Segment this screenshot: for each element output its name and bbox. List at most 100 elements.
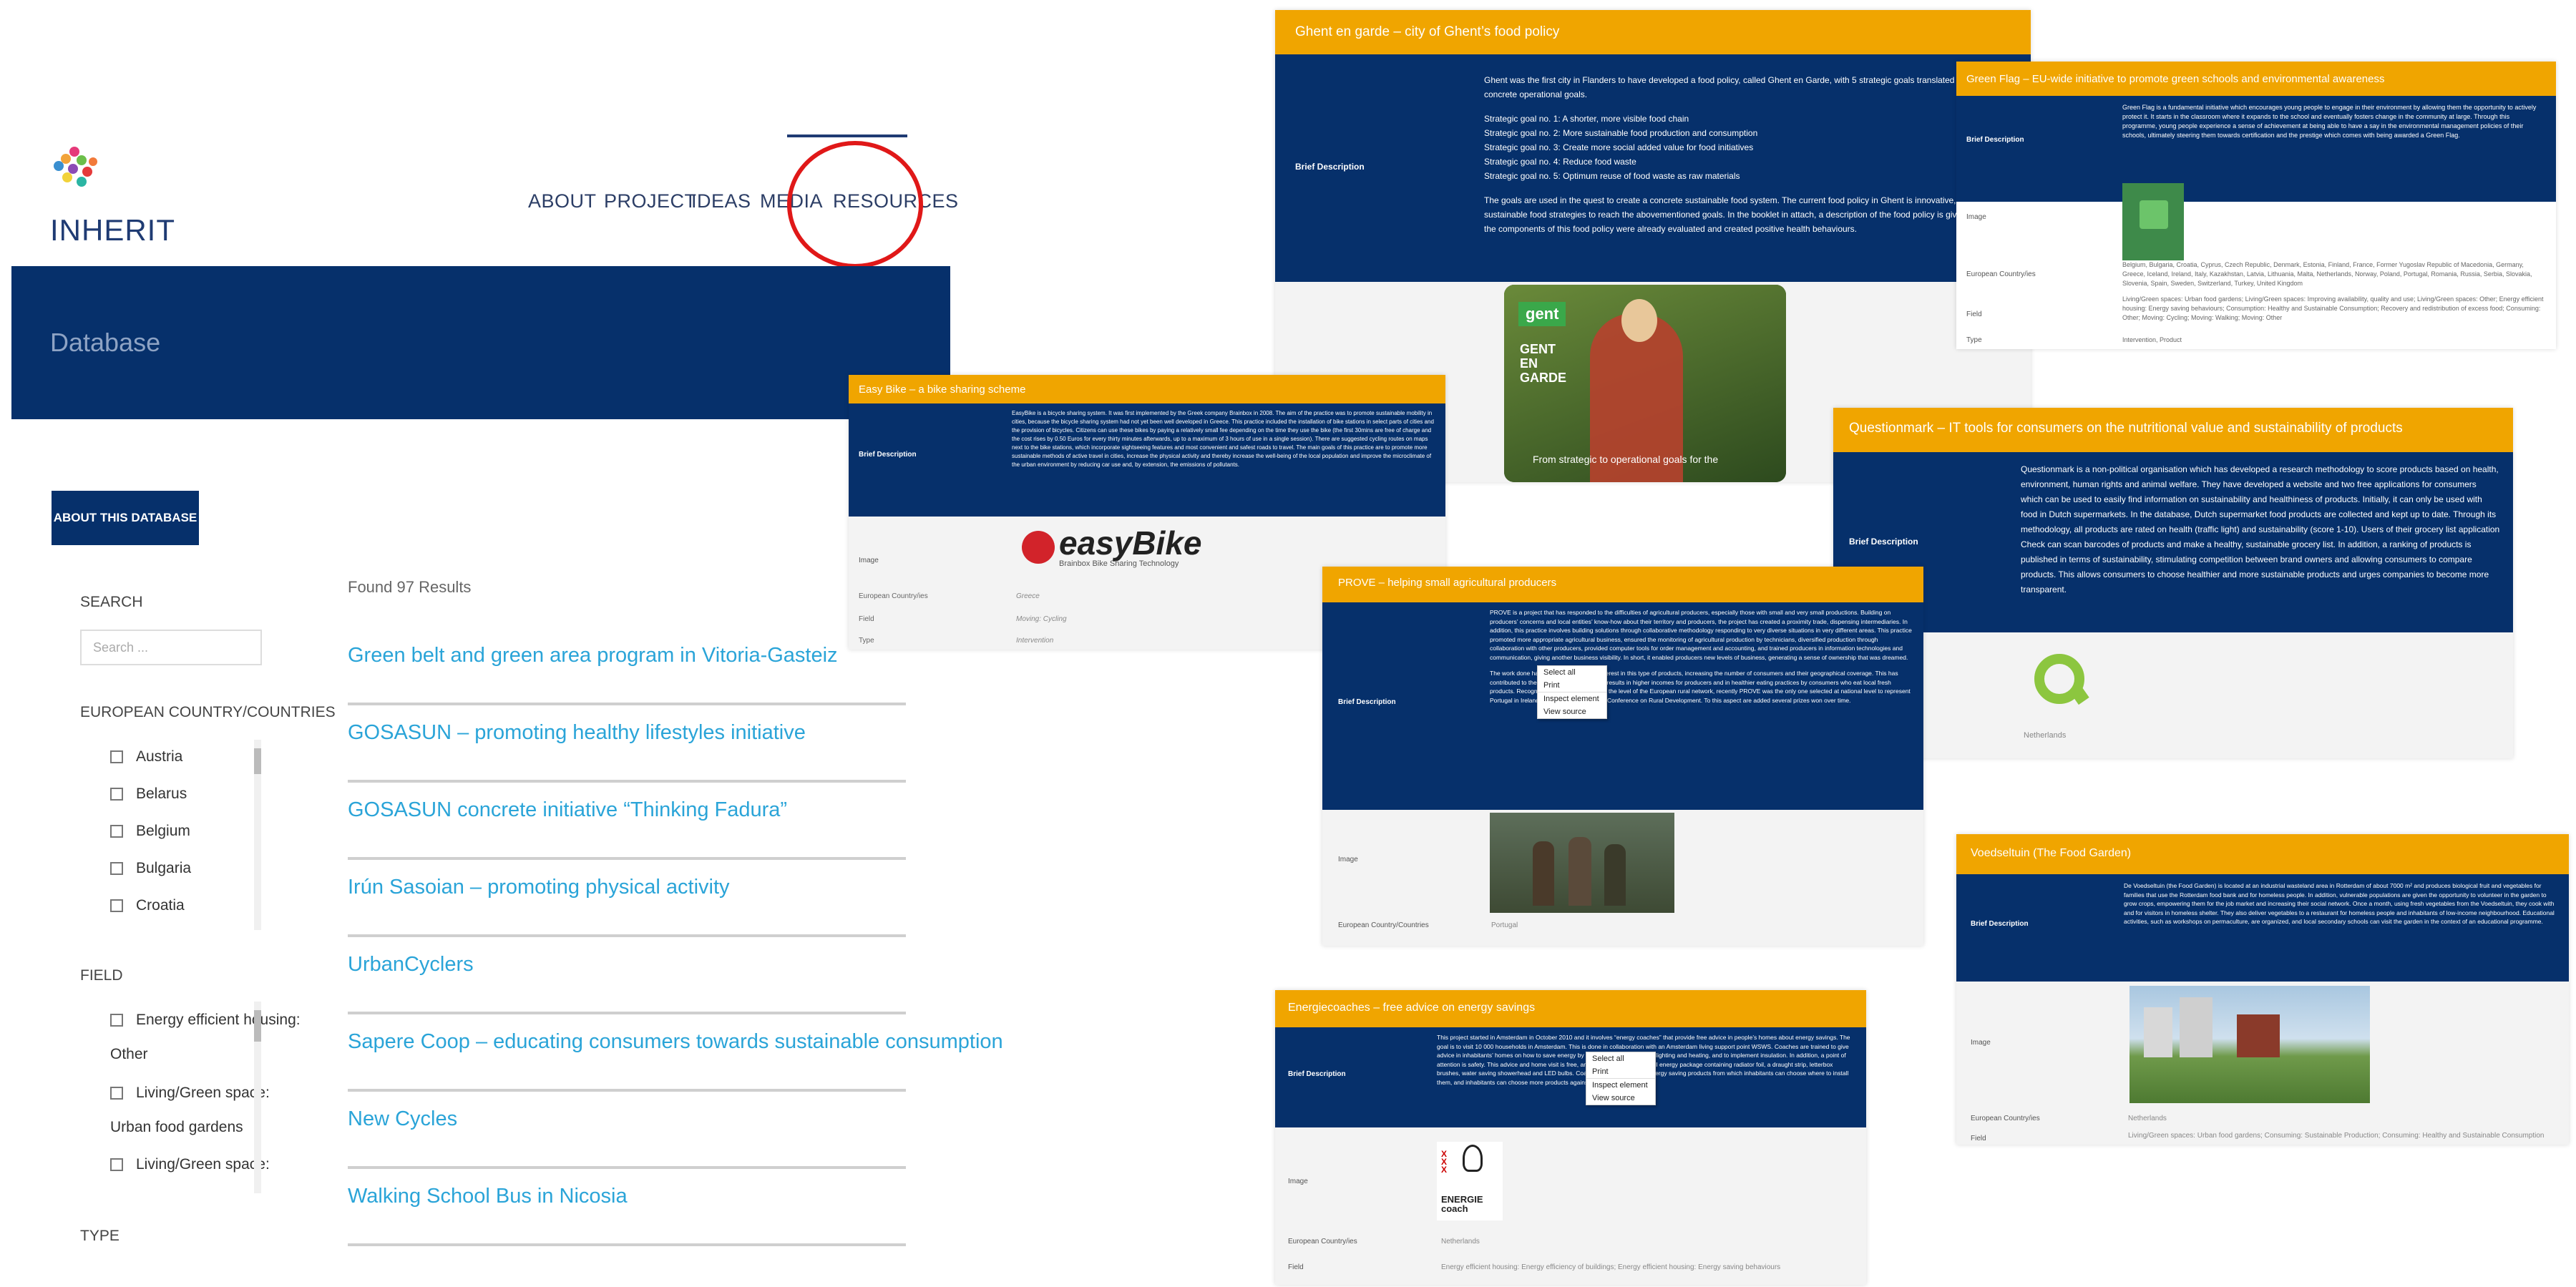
- desc-label: Brief Description: [859, 451, 917, 459]
- menu-item-view-source[interactable]: View source: [1586, 1092, 1655, 1105]
- card-title: Voedseltuin (The Food Garden): [1956, 834, 2569, 874]
- checkbox-icon[interactable]: [110, 899, 123, 912]
- result-link[interactable]: UrbanCyclers: [348, 953, 474, 977]
- checkbox-icon[interactable]: [110, 825, 123, 838]
- result-link[interactable]: Irún Sasoian – promoting physical activi…: [348, 876, 730, 899]
- card-title: Questionmark – IT tools for consumers on…: [1833, 408, 2513, 452]
- image-label: Image: [859, 557, 879, 564]
- goal-item: Strategic goal no. 2: More sustainable f…: [1484, 128, 1758, 138]
- country-label: European Country/Countries: [1338, 921, 1429, 929]
- field-label: Field: [1971, 1135, 1986, 1142]
- result-divider: [348, 1089, 906, 1092]
- checkbox-icon[interactable]: [110, 1158, 123, 1171]
- result-link[interactable]: GOSASUN – promoting healthy lifestyles i…: [348, 721, 806, 745]
- ghent-cover-image: gent GENT EN GARDE From strategic to ope…: [1504, 285, 1786, 482]
- goal-item: Strategic goal no. 5: Optimum reuse of f…: [1484, 171, 1740, 181]
- card-desc-row: Brief Description This project started i…: [1275, 1027, 1866, 1127]
- field-value: Energy efficient housing: Energy efficie…: [1441, 1263, 1781, 1271]
- menu-item-print[interactable]: Print: [1538, 679, 1606, 692]
- country-value: Greece: [1016, 592, 1040, 600]
- image-label: Image: [1338, 856, 1358, 863]
- result-link[interactable]: GOSASUN concrete initiative “Thinking Fa…: [348, 798, 787, 822]
- card-questionmark: Questionmark – IT tools for consumers on…: [1833, 408, 2513, 758]
- field-label-cont: Other: [110, 1046, 148, 1062]
- result-divider: [348, 857, 906, 860]
- card-title: Green Flag – EU-wide initiative to promo…: [1956, 62, 2556, 96]
- country-value: Belgium, Bulgaria, Croatia, Cyprus, Czec…: [2122, 261, 2532, 287]
- country-scrollbar-thumb[interactable]: [254, 748, 261, 774]
- logo-text: INHERIT: [50, 213, 175, 247]
- field-checkbox[interactable]: Living/Green space:: [110, 1156, 270, 1173]
- card-desc-row: Brief Description De Voedseltuin (the Fo…: [1956, 874, 2569, 982]
- desc-label: Brief Description: [1849, 537, 1918, 547]
- country-label: European Country/ies: [1966, 270, 2036, 278]
- field-label: Field: [1966, 310, 1982, 318]
- about-database-button[interactable]: ABOUT THIS DATABASE: [52, 491, 199, 545]
- checkbox-icon[interactable]: [110, 862, 123, 875]
- nav-project[interactable]: PROJECT: [604, 190, 697, 212]
- country-value: Netherlands: [1441, 1238, 1480, 1246]
- result-divider: [348, 1243, 906, 1246]
- desc-text: Ghent was the first city in Flanders to …: [1484, 73, 2014, 236]
- checkbox-icon[interactable]: [110, 1087, 123, 1100]
- field-scrollbar-thumb[interactable]: [254, 1010, 261, 1042]
- result-link[interactable]: Sapere Coop – educating consumers toward…: [348, 1030, 1003, 1054]
- result-link[interactable]: New Cycles: [348, 1107, 457, 1131]
- menu-item-view-source[interactable]: View source: [1538, 705, 1606, 718]
- desc-text: De Voedseltuin (the Food Garden) is loca…: [2124, 882, 2555, 925]
- results-count: Found 97 Results: [348, 578, 472, 596]
- menu-item-inspect[interactable]: Inspect element: [1538, 692, 1606, 705]
- food-garden-photo: [2129, 986, 2370, 1103]
- country-label: European Country/ies: [1971, 1115, 2040, 1122]
- result-divider: [348, 934, 906, 937]
- card-desc-row: Brief Description Ghent was the first ci…: [1275, 54, 2031, 282]
- result-link[interactable]: Green belt and green area program in Vit…: [348, 644, 838, 667]
- field-value: Living/Green spaces: Urban food gardens;…: [2122, 295, 2544, 321]
- prove-photo: [1490, 813, 1674, 913]
- goal-item: Strategic goal no. 4: Reduce food waste: [1484, 157, 1636, 167]
- image-label: Image: [1966, 213, 1986, 221]
- desc-label: Brief Description: [1295, 162, 1365, 172]
- gent-garde-text: GENT EN GARDE: [1520, 342, 1567, 385]
- country-checkbox[interactable]: Belgium: [110, 823, 190, 840]
- field-label: Field: [859, 615, 874, 623]
- result-divider: [348, 1012, 906, 1014]
- result-divider: [348, 703, 906, 705]
- checkbox-icon[interactable]: [110, 750, 123, 763]
- country-checkbox[interactable]: Austria: [110, 748, 182, 765]
- desc-paragraph: The goals are used in the quest to creat…: [1484, 195, 2004, 234]
- result-divider: [348, 780, 906, 783]
- country-checkbox[interactable]: Bulgaria: [110, 860, 191, 877]
- image-label: Image: [1288, 1178, 1308, 1185]
- highlight-circle: [787, 141, 923, 268]
- easybike-logo: easyBike Brainbox Bike Sharing Technolog…: [1022, 527, 1202, 568]
- country-value: Netherlands: [2024, 731, 2067, 740]
- menu-item-select-all[interactable]: Select all: [1586, 1052, 1655, 1065]
- image-label: Image: [1971, 1039, 1991, 1047]
- context-menu[interactable]: Select all Print Inspect element View so…: [1586, 1052, 1656, 1105]
- type-value: Intervention, Product: [2122, 336, 2182, 343]
- desc-label: Brief Description: [1966, 136, 2024, 144]
- card-prove: PROVE – helping small agricultural produ…: [1322, 567, 1923, 946]
- result-link[interactable]: Walking School Bus in Nicosia: [348, 1185, 628, 1208]
- nav-about[interactable]: ABOUT: [528, 190, 597, 212]
- field-checkbox[interactable]: Living/Green space:: [110, 1085, 270, 1102]
- country-checkbox[interactable]: Croatia: [110, 897, 185, 914]
- checkbox-icon[interactable]: [110, 788, 123, 801]
- field-value: Moving: Cycling: [1016, 615, 1067, 623]
- nav-ideas[interactable]: IDEAS: [691, 190, 751, 212]
- menu-item-inspect[interactable]: Inspect element: [1586, 1078, 1655, 1092]
- context-menu[interactable]: Select all Print Inspect element View so…: [1537, 665, 1607, 719]
- desc-label: Brief Description: [1288, 1070, 1346, 1078]
- card-desc-row: Brief Description EasyBike is a bicycle …: [849, 403, 1445, 517]
- search-input[interactable]: Search ...: [80, 630, 262, 665]
- field-filter-label: FIELD: [80, 967, 123, 984]
- menu-item-select-all[interactable]: Select all: [1538, 666, 1606, 679]
- field-checkbox[interactable]: Energy efficient housing:: [110, 1012, 301, 1029]
- checkbox-icon[interactable]: [110, 1014, 123, 1027]
- type-filter-label: TYPE: [80, 1228, 119, 1244]
- country-checkbox[interactable]: Belarus: [110, 786, 187, 803]
- desc-label: Brief Description: [1971, 920, 2029, 928]
- gent-badge: gent: [1518, 302, 1566, 326]
- menu-item-print[interactable]: Print: [1586, 1065, 1655, 1078]
